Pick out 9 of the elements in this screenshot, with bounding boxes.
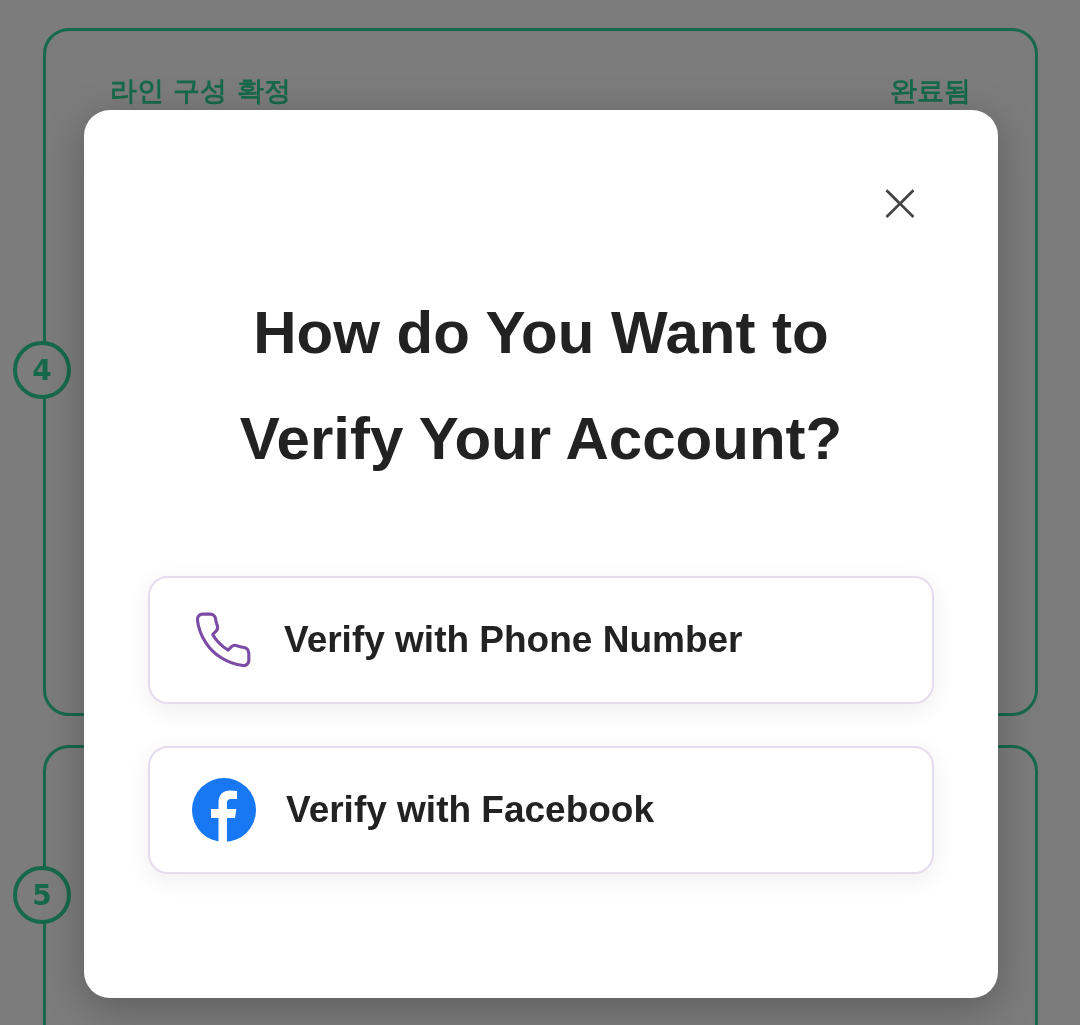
step-status: 완료됨 [890,76,971,106]
verify-option-button[interactable]: Verify with Phone Number [148,576,934,704]
step-number: 4 [13,341,71,399]
step-number: 5 [13,866,71,924]
close-button[interactable]: × [878,180,922,224]
dialog-title: How do You Want to Verify Your Account? [238,298,844,474]
step-title: 라인 구성 확정 [110,76,291,106]
facebook-icon [192,778,256,842]
verify-option-button[interactable]: Verify with Facebook [148,746,934,874]
